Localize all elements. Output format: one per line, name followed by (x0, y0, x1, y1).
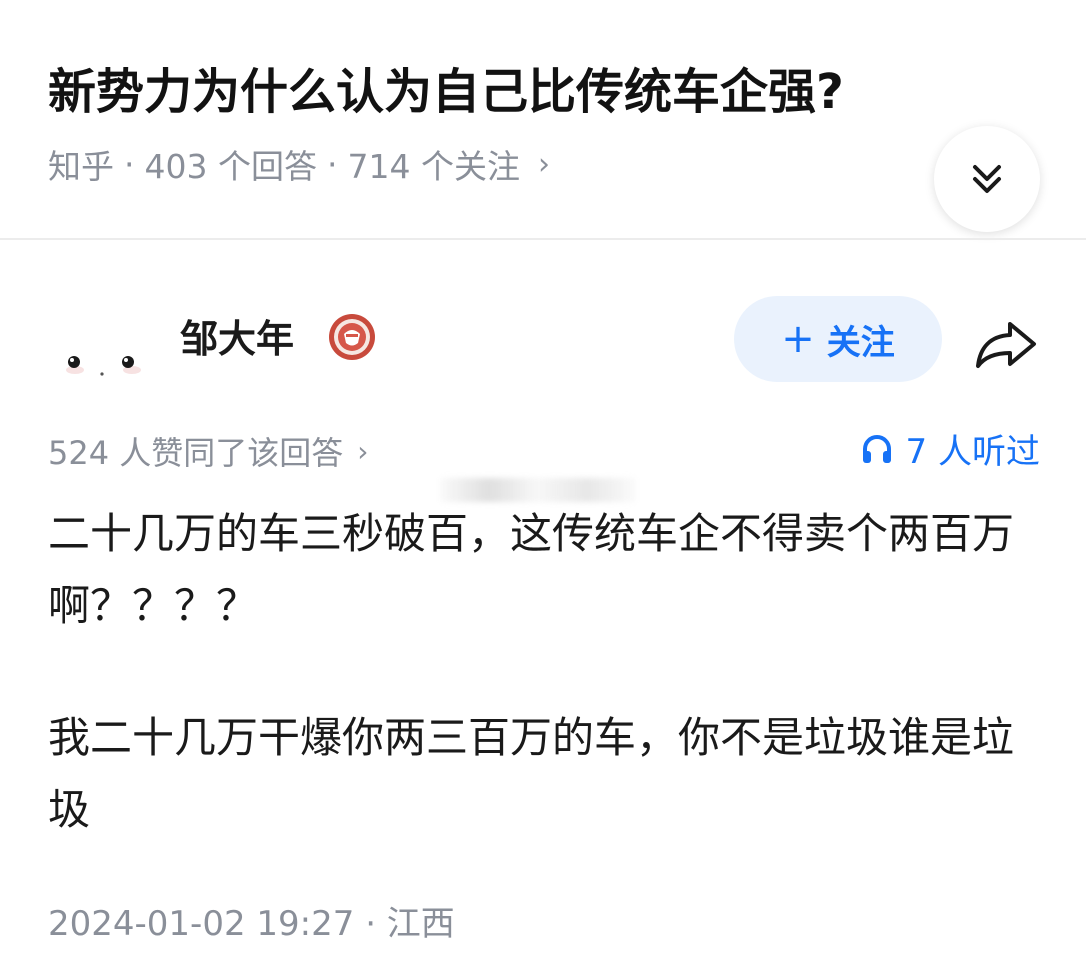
upvote-text: 524 人赞同了该回答 (48, 434, 344, 472)
avatar[interactable] (50, 308, 160, 388)
question-title[interactable]: 新势力为什么认为自己比传统车企强? (48, 52, 844, 122)
separator-dot: · (326, 144, 338, 184)
listen-count[interactable]: 7 人听过 (860, 424, 1040, 473)
answer-body[interactable]: 二十几万的车三秒破百，这传统车企不得卖个两百万啊？？？？ 我二十几万干爆你两三百… (48, 498, 1048, 846)
question-meta[interactable]: 知乎 · 403 个回答 · 714 个关注 › (48, 140, 550, 188)
timestamp: 2024-01-02 19:27 · 江西 (48, 904, 455, 944)
share-icon[interactable] (972, 314, 1042, 374)
author-name[interactable]: 邹大年 (180, 308, 294, 363)
expand-button[interactable] (934, 126, 1040, 232)
chevron-right-icon: › (357, 434, 369, 468)
separator-dot: · (124, 144, 135, 184)
answer-paragraph: 二十几万的车三秒破百，这传统车企不得卖个两百万啊？？？？ (48, 509, 1015, 630)
follow-button[interactable]: + 关注 (734, 296, 942, 382)
answer-count: 403 个回答 (144, 147, 317, 186)
divider (0, 238, 1086, 240)
follower-count: 714 个关注 (347, 147, 520, 186)
answer-paragraph: 我二十几万干爆你两三百万的车，你不是垃圾谁是垃圾 (48, 713, 1015, 834)
chevron-right-icon: › (537, 146, 550, 182)
listen-text: 7 人听过 (905, 432, 1040, 472)
upvote-count[interactable]: 524 人赞同了该回答 › (48, 428, 368, 474)
source-label: 知乎 (48, 147, 114, 186)
headphones-icon (862, 434, 891, 463)
follow-label: 关注 (826, 322, 895, 363)
author-row: 邹大年 + 关注 (0, 290, 1086, 390)
plus-icon: + (781, 316, 815, 362)
badge-icon (329, 314, 375, 360)
expand-icon (973, 165, 1001, 193)
question-header: 新势力为什么认为自己比传统车企强? 知乎 · 403 个回答 · 714 个关注… (0, 0, 1086, 240)
